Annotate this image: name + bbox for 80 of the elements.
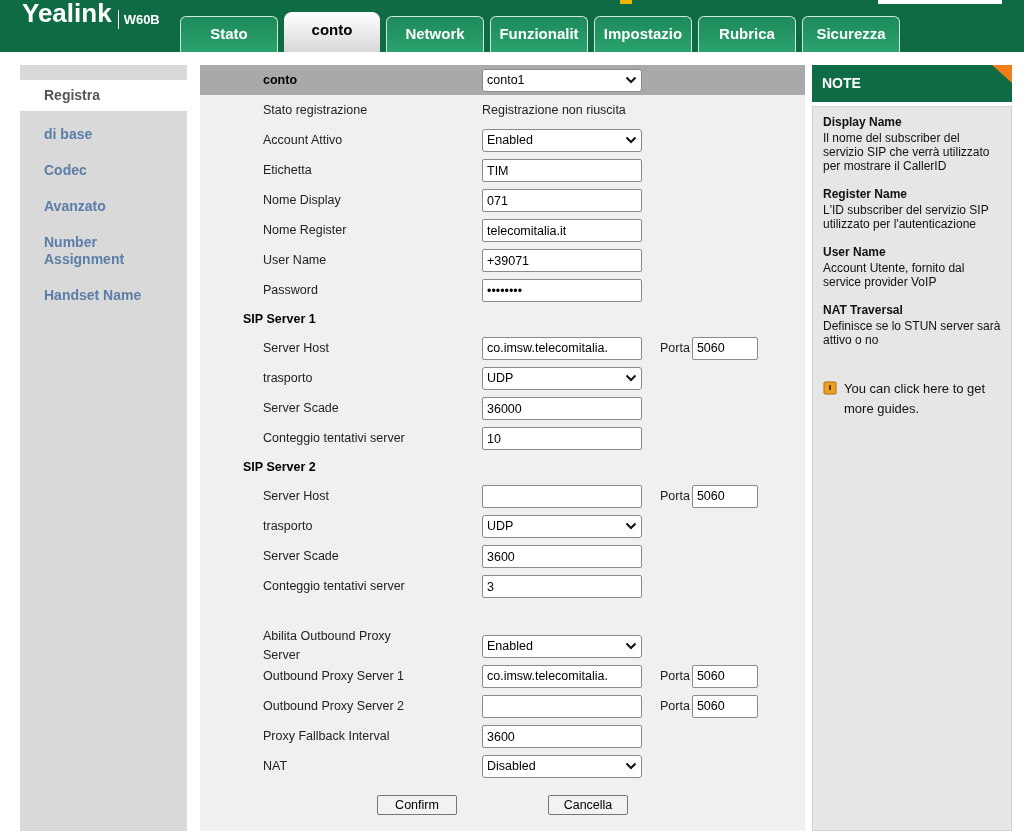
field-label: Server Scade xyxy=(262,547,340,565)
select-field[interactable]: Enabled xyxy=(482,128,642,152)
chevron-down-icon xyxy=(625,522,637,530)
select-field[interactable]: UDP xyxy=(482,366,642,390)
field-label: Nome Display xyxy=(262,191,342,209)
nav-tab[interactable]: Stato xyxy=(180,16,278,52)
input-field[interactable]: 3600 xyxy=(482,545,642,569)
field-label: Stato registrazione xyxy=(262,101,369,119)
chevron-down-icon xyxy=(625,76,637,84)
port-label: Porta xyxy=(660,339,690,357)
corner-fold-icon xyxy=(992,65,1012,83)
field-label: Outbound Proxy Server 2 xyxy=(262,697,406,715)
input-field[interactable]: TIM xyxy=(482,159,642,183)
field-label: Password xyxy=(262,281,319,299)
note-text: Account Utente, fornito dal service provider VoIP xyxy=(823,261,966,289)
field-label: Server Host xyxy=(262,487,330,505)
nav-tab[interactable]: Network xyxy=(386,16,484,52)
field-label: Proxy Fallback Interval xyxy=(262,727,391,745)
port-label: Porta xyxy=(660,667,690,685)
field-label: conto xyxy=(262,71,299,89)
field-label: Etichetta xyxy=(262,161,313,179)
help-book-icon xyxy=(823,381,837,395)
port-field[interactable]: 5060 xyxy=(691,336,758,360)
field-label: trasporto xyxy=(262,517,314,535)
field-label: Conteggio tentativi server xyxy=(262,577,406,595)
field-label: Conteggio tentativi server xyxy=(262,429,406,447)
port-label: Porta xyxy=(660,697,690,715)
port-field[interactable]: 5060 xyxy=(691,484,758,508)
guide-link[interactable]: You can click here to get more guides. xyxy=(844,379,1001,418)
input-field[interactable]: 3600 xyxy=(482,725,642,749)
nav-tab[interactable]: conto xyxy=(284,12,380,52)
chevron-down-icon xyxy=(625,136,637,144)
select-field[interactable]: Enabled xyxy=(482,634,642,658)
note-title: NOTE xyxy=(822,74,861,93)
port-label: Porta xyxy=(660,487,690,505)
field-label: Account Attivo xyxy=(262,131,344,149)
field-label: Server Host xyxy=(262,339,330,357)
field-label: Nome Register xyxy=(262,221,348,239)
input-field[interactable]: co.imsw.telecomitalia. xyxy=(482,336,642,360)
input-field[interactable]: +39071 xyxy=(482,249,642,273)
port-field[interactable]: 5060 xyxy=(691,694,758,718)
registration-status: Registrazione non riuscita xyxy=(482,101,626,119)
input-field[interactable]: co.imsw.telecomitalia. xyxy=(482,664,642,688)
port-field[interactable]: 5060 xyxy=(691,664,758,688)
password-field[interactable]: •••••••• xyxy=(482,279,642,303)
field-label: Server Scade xyxy=(262,399,340,417)
note-term: User Name xyxy=(823,244,887,261)
nav-tab[interactable]: Rubrica xyxy=(698,16,796,52)
cancel-button[interactable]: Cancella xyxy=(548,795,628,815)
field-label: Outbound Proxy Server 1 xyxy=(262,667,406,685)
field-label: trasporto xyxy=(262,369,314,387)
input-field[interactable] xyxy=(482,694,642,718)
note-term: NAT Traversal xyxy=(823,302,904,319)
note-term: Display Name xyxy=(823,114,903,131)
select-field[interactable]: UDP xyxy=(482,514,642,538)
note-term: Register Name xyxy=(823,186,909,203)
input-field[interactable]: telecomitalia.it xyxy=(482,219,642,243)
input-field[interactable] xyxy=(482,484,642,508)
nav-tab[interactable]: Funzionalit xyxy=(490,16,588,52)
logo: Yealink W60B xyxy=(22,0,160,31)
confirm-button[interactable]: Confirm xyxy=(377,795,457,815)
section-heading: SIP Server 1 xyxy=(243,310,316,328)
chevron-down-icon xyxy=(625,374,637,382)
section-heading: SIP Server 2 xyxy=(243,458,316,476)
chevron-down-icon xyxy=(625,762,637,770)
chevron-down-icon xyxy=(625,642,637,650)
input-field[interactable]: 36000 xyxy=(482,397,642,421)
select-field[interactable]: Disabled xyxy=(482,754,642,778)
input-field[interactable]: 071 xyxy=(482,189,642,213)
nav-tab[interactable]: Impostazio xyxy=(594,16,692,52)
field-label: User Name xyxy=(262,251,328,269)
field-label: NAT xyxy=(262,757,289,775)
input-field[interactable]: 10 xyxy=(482,427,642,451)
note-text: Il nome del subscriber del servizio SIP che verrà utilizzato per mostrare il CallerID xyxy=(823,131,991,173)
input-field[interactable]: 3 xyxy=(482,575,642,599)
field-label: Abilita Outbound Proxy Server xyxy=(262,628,392,664)
note-text: L'ID subscriber del servizio SIP utilizzato per l'autenticazione xyxy=(823,203,990,231)
note-text: Definisce se lo STUN server sarà attivo o no xyxy=(823,319,1001,347)
nav-tab[interactable]: Sicurezza xyxy=(802,16,900,52)
account-select[interactable]: conto1 xyxy=(482,68,642,92)
